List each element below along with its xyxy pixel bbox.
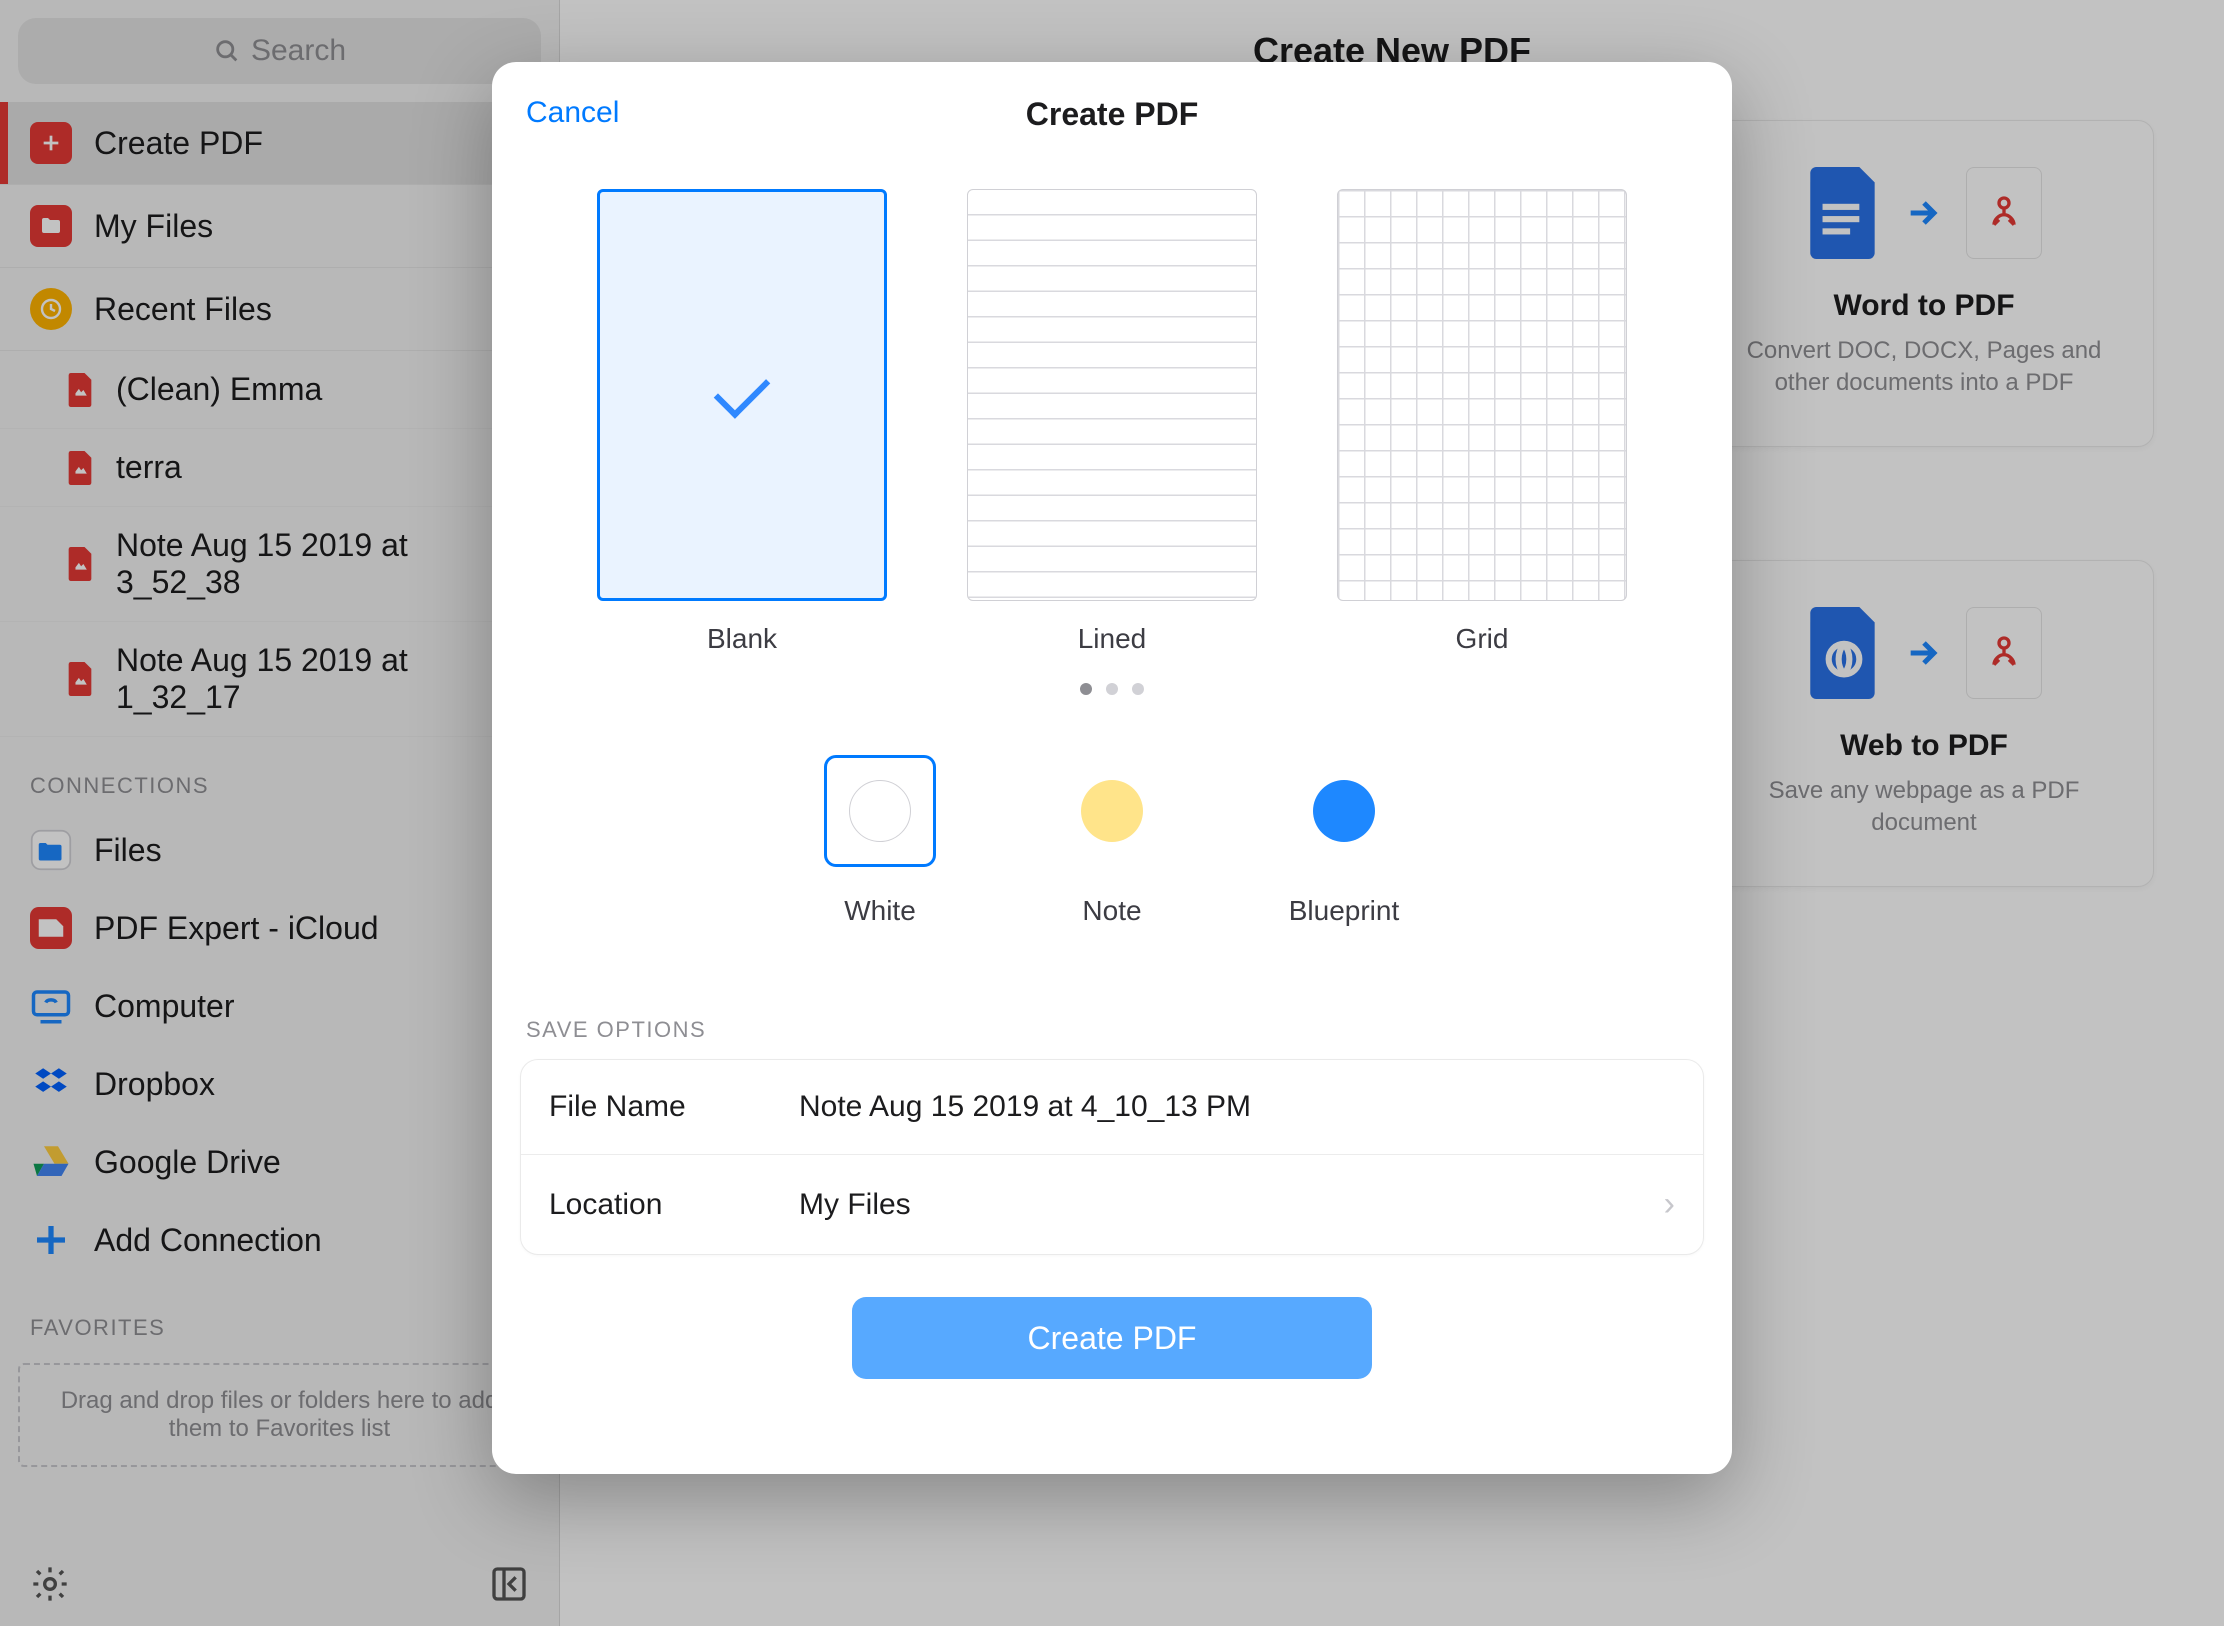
- color-label: Note: [1082, 895, 1141, 927]
- page-indicator: [1080, 683, 1144, 695]
- save-options-card: File Name Location My Files ›: [520, 1059, 1704, 1255]
- file-name-input[interactable]: [799, 1090, 1675, 1124]
- color-swatch: [1313, 780, 1375, 842]
- page-dot[interactable]: [1106, 683, 1118, 695]
- template-label: Blank: [707, 623, 777, 655]
- template-label: Lined: [1078, 623, 1147, 655]
- location-label: Location: [549, 1188, 799, 1222]
- color-swatch: [1081, 780, 1143, 842]
- page-dot[interactable]: [1080, 683, 1092, 695]
- template-blank[interactable]: Blank: [597, 189, 887, 655]
- page-dot[interactable]: [1132, 683, 1144, 695]
- template-preview-lined: [967, 189, 1257, 601]
- location-row[interactable]: Location My Files ›: [521, 1154, 1703, 1254]
- color-label: Blueprint: [1289, 895, 1400, 927]
- save-options-header: SAVE OPTIONS: [520, 1017, 1704, 1059]
- create-pdf-button[interactable]: Create PDF: [852, 1297, 1372, 1379]
- template-preview-grid: [1337, 189, 1627, 601]
- color-picker: White Note Blueprint: [824, 755, 1400, 927]
- file-name-label: File Name: [549, 1090, 799, 1124]
- chevron-right-icon: ›: [1664, 1185, 1675, 1224]
- template-preview-blank: [597, 189, 887, 601]
- template-grid[interactable]: Grid: [1337, 189, 1627, 655]
- color-label: White: [844, 895, 916, 927]
- color-option-white[interactable]: White: [824, 755, 936, 927]
- cancel-button[interactable]: Cancel: [526, 96, 619, 130]
- template-label: Grid: [1456, 623, 1509, 655]
- color-option-blueprint[interactable]: Blueprint: [1288, 755, 1400, 927]
- template-picker: Blank Lined Grid: [597, 189, 1627, 655]
- create-pdf-modal: Cancel Create PDF Blank Lined Grid White…: [492, 62, 1732, 1474]
- file-name-row[interactable]: File Name: [521, 1060, 1703, 1154]
- color-swatch: [849, 780, 911, 842]
- modal-title: Create PDF: [492, 96, 1732, 133]
- color-option-note[interactable]: Note: [1056, 755, 1168, 927]
- location-value: My Files: [799, 1188, 1664, 1222]
- template-lined[interactable]: Lined: [967, 189, 1257, 655]
